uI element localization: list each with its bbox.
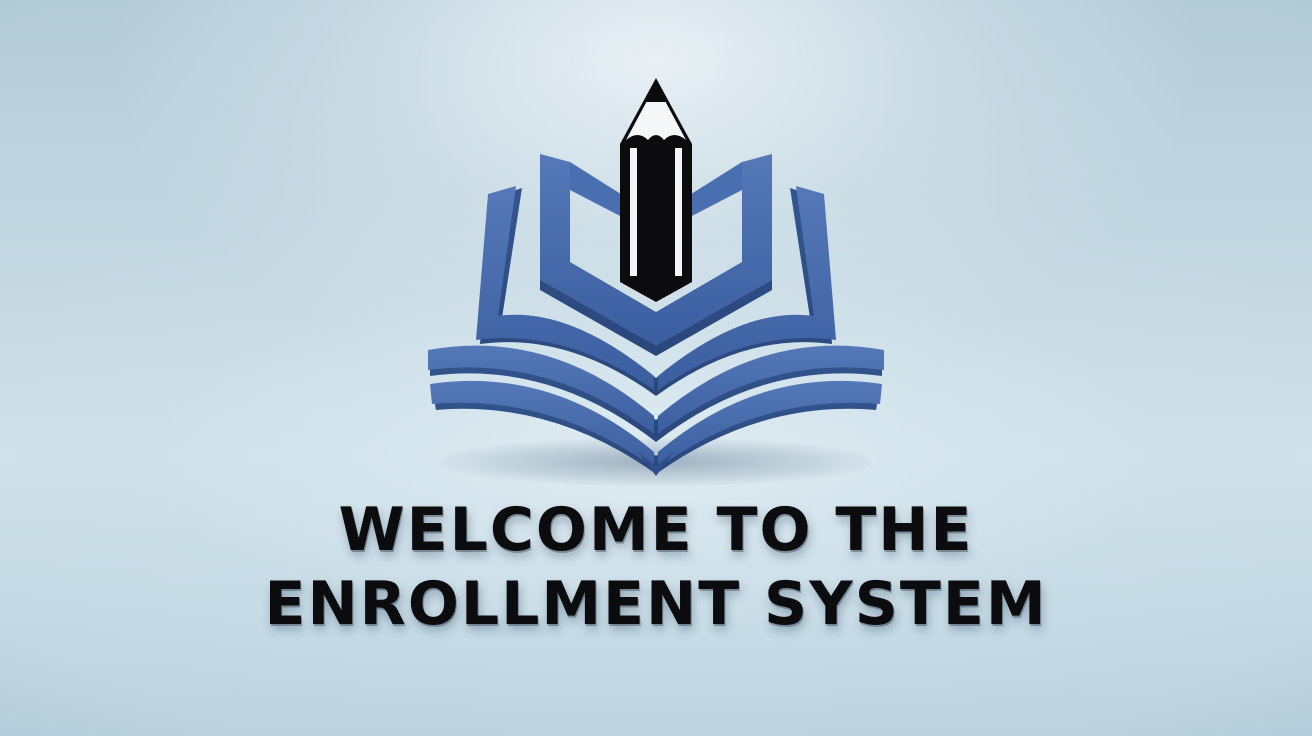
headline-line-2: ENROLLMENT SYSTEM [264, 569, 1048, 639]
welcome-headline: WELCOME TO THE ENROLLMENT SYSTEM [0, 500, 1312, 634]
book-pencil-icon [428, 78, 884, 476]
headline-line-1: WELCOME TO THE [338, 495, 974, 565]
pencil-icon [620, 78, 692, 302]
book-base-layers [428, 345, 884, 476]
